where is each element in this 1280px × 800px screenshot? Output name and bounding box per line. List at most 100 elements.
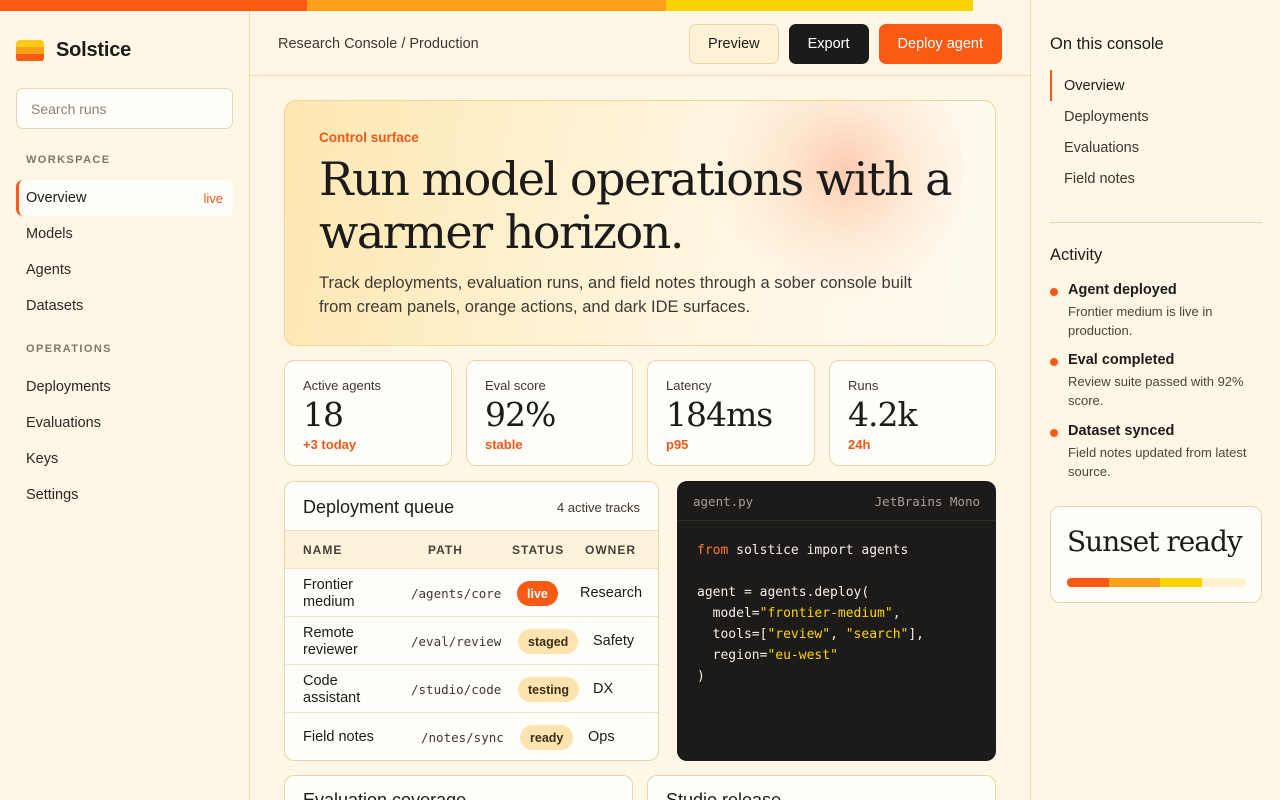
sidebar-item-evaluations[interactable]: Evaluations: [16, 405, 233, 441]
row-owner: Safety: [593, 633, 635, 649]
column-header-path[interactable]: PATH: [428, 543, 463, 557]
studio-release-card: Studio release: [647, 775, 996, 800]
row-name: Frontier medium: [303, 577, 355, 610]
bar-segment-amber: [1109, 578, 1160, 587]
table-row[interactable]: Remote reviewer /eval/review staged Safe…: [285, 617, 658, 665]
activity-detail: Field notes updated from latest source.: [1068, 445, 1247, 479]
row-name: Field notes: [303, 729, 374, 745]
queue-meta: 4 active tracks: [556, 500, 640, 515]
stat-value: 18: [303, 395, 344, 434]
queue-title: Deployment queue: [303, 497, 455, 517]
row-name: Remote reviewer: [303, 625, 358, 658]
status-dot-icon: [1050, 288, 1058, 296]
code-text: solstice import agents: [728, 543, 909, 558]
table-row[interactable]: Frontier medium /agents/core live Resear…: [285, 569, 658, 617]
sunset-card: Sunset ready: [1050, 506, 1262, 603]
row-name: Code assistant: [303, 673, 361, 706]
sidebar-item-label: Settings: [26, 487, 79, 503]
code-text: tools=[: [697, 627, 768, 642]
activity-heading: Eval completed: [1068, 352, 1175, 368]
code-editor-panel[interactable]: agent.py JetBrains Mono from solstice im…: [677, 481, 996, 761]
card-title: Studio release: [666, 790, 782, 800]
code-line: region="eu-west": [697, 645, 924, 666]
code-filename: agent.py: [693, 494, 754, 509]
solstice-logo-icon: [16, 39, 44, 62]
table-header: NAME PATH STATUS OWNER: [285, 530, 658, 569]
stat-card-latency: Latency 184ms p95: [647, 360, 815, 466]
code-text: region=: [697, 648, 768, 663]
stripe-segment-cream: [973, 0, 1030, 11]
toc-title: On this console: [1050, 35, 1164, 53]
code-line: ): [697, 666, 924, 687]
search-box[interactable]: [16, 88, 233, 129]
status-badge: staged: [518, 629, 579, 654]
sidebar-item-label: Keys: [26, 451, 59, 467]
stat-label: Runs: [848, 378, 879, 393]
stripe-segment-yellow: [666, 0, 973, 11]
hero-panel: Control surface Run model operations wit…: [284, 100, 996, 346]
status-badge: ready: [520, 725, 574, 750]
sidebar-item-settings[interactable]: Settings: [16, 477, 233, 513]
header-actions: Preview Export Deploy agent: [689, 24, 1002, 64]
code-body: from solstice import agents agent = agent…: [697, 540, 924, 687]
export-button[interactable]: Export: [788, 24, 869, 64]
sidebar-item-label: Datasets: [26, 298, 84, 314]
column-header-owner[interactable]: OWNER: [585, 543, 636, 557]
stat-delta: p95: [666, 437, 689, 452]
sidebar-item-agents[interactable]: Agents: [16, 252, 233, 288]
stat-label: Latency: [666, 378, 712, 393]
code-text: model=: [697, 606, 760, 621]
stat-card-runs: Runs 4.2k 24h: [829, 360, 996, 466]
search-input[interactable]: [31, 100, 218, 117]
bar-segment-orange: [1067, 578, 1109, 587]
sidebar-item-models[interactable]: Models: [16, 216, 233, 252]
status-badge: testing: [518, 677, 579, 702]
activity-heading: Agent deployed: [1068, 282, 1177, 298]
code-text: ,: [892, 606, 901, 621]
code-line: from solstice import agents: [697, 540, 924, 561]
toc-item-overview[interactable]: Overview: [1050, 70, 1262, 101]
table-row[interactable]: Field notes /notes/sync ready Ops: [285, 713, 658, 760]
table-row[interactable]: Code assistant /studio/code testing DX: [285, 665, 658, 713]
code-line: model="frontier-medium",: [697, 603, 924, 624]
live-badge: live: [203, 190, 223, 206]
breadcrumb[interactable]: Research Console / Production: [278, 36, 479, 52]
stat-card-active-agents: Active agents 18 +3 today: [284, 360, 452, 466]
hero-description: Track deployments, evaluation runs, and …: [319, 274, 912, 316]
sidebar-item-overview[interactable]: Overview live: [16, 180, 233, 216]
stat-label: Active agents: [303, 378, 382, 393]
column-header-name[interactable]: NAME: [303, 543, 342, 557]
activity-heading: Dataset synced: [1068, 423, 1175, 439]
sidebar-item-keys[interactable]: Keys: [16, 441, 233, 477]
hero-eyebrow: Control surface: [319, 130, 419, 145]
stat-value: 184ms: [666, 395, 773, 434]
preview-button[interactable]: Preview: [689, 24, 779, 64]
sidebar-item-datasets[interactable]: Datasets: [16, 288, 233, 324]
activity-title: Activity: [1050, 246, 1103, 264]
brand[interactable]: Solstice: [16, 39, 131, 62]
stat-value: 92%: [485, 395, 556, 434]
stripe-segment-orange: [0, 0, 307, 11]
code-string: "review": [767, 627, 831, 642]
code-text: ): [697, 669, 705, 684]
status-dot-icon: [1050, 429, 1058, 437]
sidebar: Solstice WORKSPACE Overview live Models …: [0, 11, 250, 800]
toc-item-field-notes[interactable]: Field notes: [1050, 163, 1262, 194]
deploy-agent-button[interactable]: Deploy agent: [878, 24, 1002, 64]
evaluation-coverage-card: Evaluation coverage: [284, 775, 633, 800]
stat-value: 4.2k: [848, 395, 917, 434]
toc-item-deployments[interactable]: Deployments: [1050, 101, 1262, 132]
divider: [1050, 222, 1262, 223]
code-string: "search": [845, 627, 909, 642]
row-owner: DX: [593, 681, 614, 697]
sidebar-item-label: Overview: [26, 190, 87, 206]
code-font-label: JetBrains Mono: [874, 494, 980, 509]
toc-item-evaluations[interactable]: Evaluations: [1050, 132, 1262, 163]
column-header-status[interactable]: STATUS: [512, 543, 564, 557]
code-line: tools=["review", "search"],: [697, 624, 924, 645]
stripe-segment-amber: [307, 0, 666, 11]
row-path: /notes/sync: [421, 730, 504, 745]
code-string: "frontier-medium": [759, 606, 893, 621]
sidebar-item-deployments[interactable]: Deployments: [16, 369, 233, 405]
